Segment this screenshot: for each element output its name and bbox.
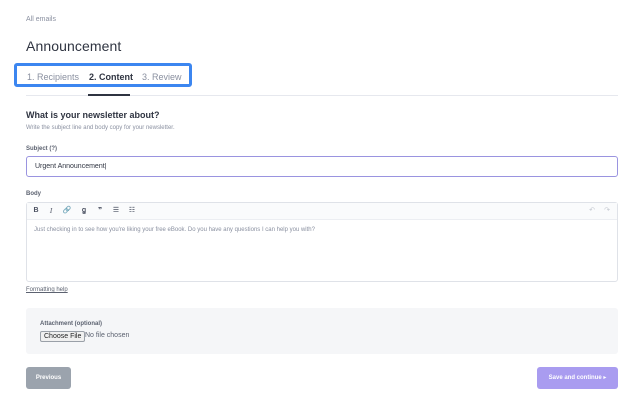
no-file-status: No file chosen bbox=[85, 332, 130, 339]
attachment-label: Attachment (optional) bbox=[40, 321, 102, 327]
previous-button[interactable]: Previous bbox=[26, 367, 71, 389]
save-and-continue-button[interactable]: Save and continue ▸ bbox=[537, 367, 618, 389]
bold-icon[interactable]: B bbox=[31, 206, 41, 216]
tab-recipients[interactable]: 1. Recipients bbox=[27, 72, 79, 82]
section-subtitle: Write the subject line and body copy for… bbox=[26, 125, 175, 131]
attachment-panel bbox=[26, 308, 618, 354]
choose-file-button[interactable]: Choose File bbox=[40, 331, 86, 342]
active-tab-underline bbox=[88, 94, 130, 96]
breadcrumb[interactable]: All emails bbox=[26, 16, 56, 23]
body-editor-text[interactable]: Just checking in to see how you're likin… bbox=[34, 227, 315, 233]
numbered-list-icon[interactable]: ☷ bbox=[127, 206, 137, 216]
subject-input[interactable] bbox=[26, 156, 618, 177]
tab-review[interactable]: 3. Review bbox=[142, 72, 182, 82]
quote-icon[interactable]: ❞ bbox=[95, 206, 105, 216]
section-title: What is your newsletter about? bbox=[26, 110, 160, 120]
subject-label: Subject (?) bbox=[26, 146, 57, 152]
italic-icon[interactable]: I bbox=[46, 206, 56, 216]
undo-icon[interactable]: ↶ bbox=[587, 206, 597, 216]
editor-toolbar: B I 🔗 ꬶ ❞ ☰ ☷ ↶ ↷ bbox=[27, 203, 617, 220]
redo-icon[interactable]: ↷ bbox=[602, 206, 612, 216]
heading-icon[interactable]: ꬶ bbox=[79, 206, 89, 216]
formatting-help-link[interactable]: Formatting help bbox=[26, 287, 68, 293]
body-label: Body bbox=[26, 191, 41, 197]
page-title: Announcement bbox=[26, 38, 122, 54]
bullet-list-icon[interactable]: ☰ bbox=[111, 206, 121, 216]
tab-content[interactable]: 2. Content bbox=[89, 72, 133, 82]
link-icon[interactable]: 🔗 bbox=[62, 206, 72, 216]
